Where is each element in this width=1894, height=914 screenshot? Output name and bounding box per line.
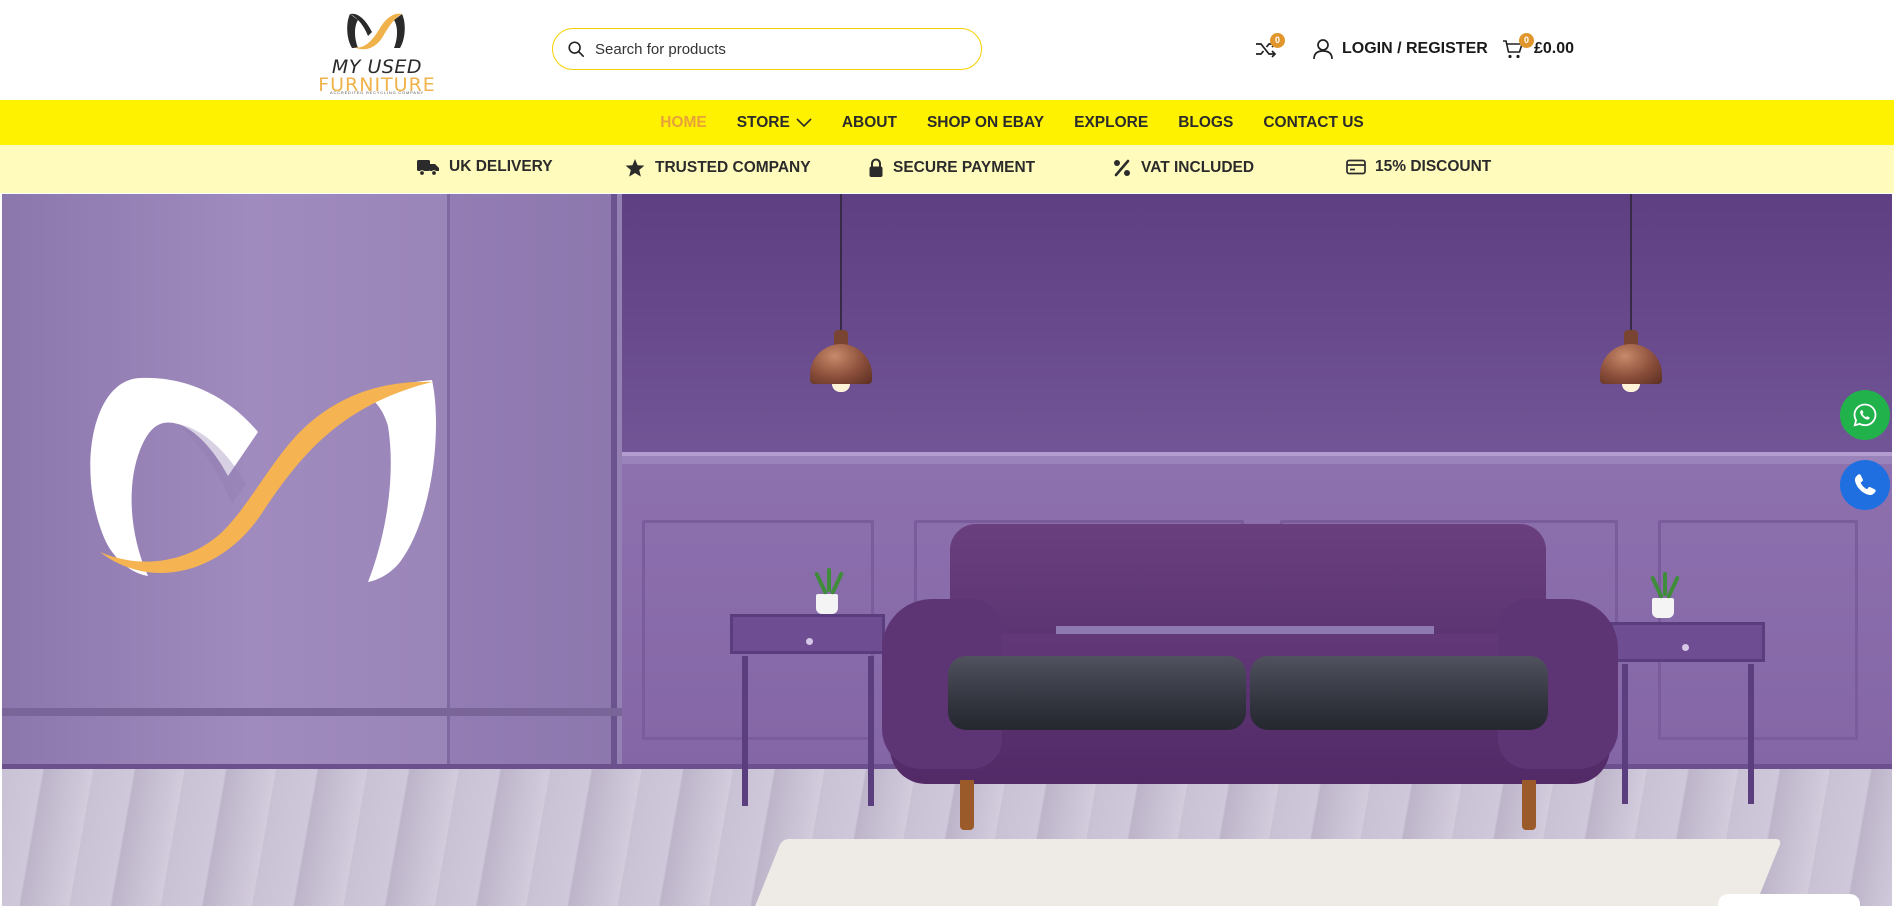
feature-label: TRUSTED COMPANY [655, 159, 811, 176]
features-bar: UK DELIVERY TRUSTED COMPANY SECURE PAYME… [0, 145, 1894, 193]
sofa-leg [960, 780, 974, 830]
nav-item-explore[interactable]: EXPLORE [1074, 114, 1148, 132]
nav-label-store: STORE [736, 113, 790, 131]
rug [741, 839, 1783, 906]
nav-label-explore: EXPLORE [1074, 113, 1149, 131]
whatsapp-icon [1853, 403, 1877, 427]
login-register-link[interactable]: LOGIN / REGISTER [1312, 36, 1488, 62]
truck-icon [417, 160, 439, 176]
compare-button[interactable]: 0 [1254, 33, 1285, 62]
phone-call-button[interactable] [1840, 460, 1890, 510]
nav-item-shop-on-ebay[interactable]: SHOP ON EBAY [927, 114, 1044, 132]
whatsapp-button[interactable] [1840, 390, 1890, 440]
nav-item-home[interactable]: HOME [660, 114, 707, 132]
feature-label: UK DELIVERY [449, 158, 553, 175]
search-icon[interactable] [567, 40, 585, 58]
star-icon [625, 159, 645, 177]
sofa-leg [1522, 780, 1536, 830]
feature-label: SECURE PAYMENT [893, 159, 1036, 176]
nav-label-shop-on-ebay: SHOP ON EBAY [926, 113, 1045, 131]
feature-uk-delivery: UK DELIVERY [416, 158, 553, 176]
side-table-left [730, 614, 885, 654]
search-bar[interactable] [552, 28, 982, 70]
sofa-cushion [948, 656, 1246, 730]
nav-label-blogs: BLOGS [1178, 113, 1234, 131]
site-logo[interactable]: MY USED FURNITURE ACCREDITED RECYCLING C… [318, 8, 436, 96]
nav-item-store[interactable]: STORE [737, 114, 812, 132]
user-icon [1313, 39, 1333, 60]
plant-pot [1652, 598, 1674, 618]
chevron-down-icon [796, 117, 812, 127]
cart-icon-wrap: 0 [1502, 33, 1534, 60]
hero-banner[interactable] [2, 194, 1892, 906]
sofa-cushion [1250, 656, 1548, 730]
cart-total: £0.00 [1534, 40, 1575, 57]
login-register-label: LOGIN / REGISTER [1342, 40, 1488, 57]
table-leg [1622, 664, 1628, 804]
side-table-right [1610, 622, 1765, 662]
nav-label-about: ABOUT [841, 113, 897, 131]
plant-leaf [827, 568, 831, 592]
nav-label-contact-us: CONTACT US [1263, 113, 1364, 131]
feature-discount: 15% DISCOUNT [1346, 158, 1491, 176]
feature-label: VAT INCLUDED [1141, 159, 1255, 176]
nav-item-blogs[interactable]: BLOGS [1178, 114, 1233, 132]
percent-icon [1114, 159, 1130, 177]
logo-tagline: ACCREDITED RECYCLING COMPANY [330, 90, 424, 95]
main-nav: HOME STORE ABOUT SHOP ON EBAY EXPLORE BL… [0, 100, 1894, 145]
site-header: MY USED FURNITURE ACCREDITED RECYCLING C… [0, 0, 1894, 100]
table-leg [1748, 664, 1754, 804]
search-input[interactable] [595, 40, 965, 58]
nav-label-home: HOME [660, 113, 707, 131]
logo-mark-icon [347, 13, 405, 50]
nav-item-contact-us[interactable]: CONTACT US [1263, 114, 1363, 132]
lamp-cord [840, 194, 842, 334]
plant-leaf [1663, 572, 1667, 596]
drawer-knob [1682, 644, 1689, 651]
table-leg [742, 656, 748, 806]
plant-pot [816, 594, 838, 614]
compare-count-badge: 0 [1270, 33, 1285, 48]
drawer-knob [806, 638, 813, 645]
lock-icon [869, 158, 883, 177]
feature-secure-payment: SECURE PAYMENT [868, 158, 1035, 178]
feature-vat-included: VAT INCLUDED [1112, 158, 1254, 178]
nav-item-about[interactable]: ABOUT [842, 114, 897, 132]
cart-count-badge: 0 [1519, 33, 1534, 48]
table-leg [868, 656, 874, 806]
hero-left-line [2, 708, 622, 716]
hero-left-strip [447, 194, 617, 769]
phone-icon [1854, 474, 1876, 495]
feature-label: 15% DISCOUNT [1375, 158, 1492, 175]
hero-logo-mark-icon [90, 377, 437, 582]
credit-card-icon [1346, 159, 1366, 175]
feature-trusted-company: TRUSTED COMPANY [624, 158, 811, 178]
corner-widget[interactable] [1718, 894, 1860, 914]
lamp-cord [1630, 194, 1632, 334]
cart-button[interactable]: 0 £0.00 [1502, 33, 1575, 62]
